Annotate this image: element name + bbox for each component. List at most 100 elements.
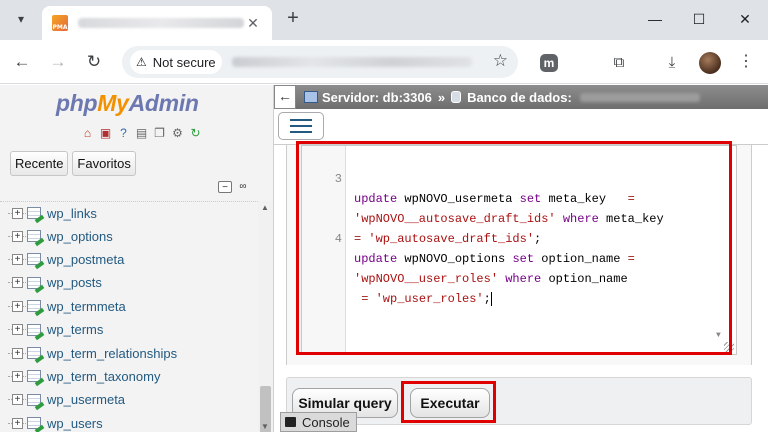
table-name[interactable]: wp_users	[47, 416, 103, 431]
code-line: = 'wp_autosave_draft_ids';	[302, 189, 541, 246]
security-label: Not secure	[152, 54, 216, 70]
table-name[interactable]: wp_posts	[47, 275, 102, 290]
tab-search-button[interactable]: ▾	[8, 7, 34, 31]
tree-item-wp_term_relationships[interactable]: + wp_term_relationships	[0, 341, 258, 364]
expand-icon[interactable]: +	[12, 230, 23, 242]
reload-nav-icon[interactable]: ↻	[188, 125, 203, 140]
text-cursor	[490, 291, 492, 306]
code-text: 'wpNOVO__autosave_draft_ids' where meta_…	[354, 212, 664, 226]
code-line: 3 update wpNOVO_usermeta set meta_key =	[302, 149, 635, 206]
logout-icon[interactable]: ▣	[98, 125, 113, 140]
tree-item-wp_term_taxonomy[interactable]: + wp_term_taxonomy	[0, 365, 258, 388]
extensions-puzzle-icon[interactable]: ⧉	[608, 52, 630, 74]
maximize-button[interactable]: ☐	[680, 6, 718, 32]
forward-button[interactable]: →	[46, 50, 70, 74]
table-name[interactable]: wp_term_taxonomy	[47, 369, 160, 384]
code-text: 'wpNOVO__user_roles' where option_name	[354, 272, 628, 286]
link-with-main-icon[interactable]: ∞	[236, 181, 250, 193]
expand-icon[interactable]: +	[12, 277, 23, 289]
code-text: = 'wp_user_roles';	[361, 291, 492, 306]
tree-item-wp_posts[interactable]: + wp_posts	[0, 271, 258, 294]
reload-button[interactable]: ↻	[82, 50, 106, 74]
database-label[interactable]: Banco de dados:	[467, 90, 572, 105]
browser-tabstrip: ▾ PMA ✕ + — ☐ ✕	[0, 0, 768, 40]
nav-scrollbar[interactable]: ▲ ▼	[258, 201, 273, 432]
browser-tab-active[interactable]: PMA ✕	[42, 6, 272, 40]
expand-icon[interactable]: +	[12, 207, 23, 219]
table-name[interactable]: wp_termmeta	[47, 299, 126, 314]
code-line: 4 update wpNOVO_options set option_name …	[302, 209, 635, 266]
browser-menu-icon[interactable]: ⋮	[738, 51, 754, 71]
expand-icon[interactable]: +	[12, 347, 23, 359]
tab-favoritos[interactable]: Favoritos	[72, 151, 136, 176]
help-icon[interactable]: ?	[116, 125, 131, 140]
scroll-down-icon[interactable]: ▼	[716, 331, 721, 340]
breadcrumb-server[interactable]: Servidor: db:3306	[304, 90, 432, 105]
tree-item-wp_links[interactable]: + wp_links	[0, 201, 258, 224]
scroll-down-icon[interactable]: ▼	[261, 422, 269, 431]
phpmyadmin-logo[interactable]: phpMyAdmin	[56, 90, 199, 117]
docs-icon[interactable]: ▤	[134, 125, 149, 140]
table-name[interactable]: wp_term_relationships	[47, 346, 177, 361]
logo-my: My	[97, 90, 129, 116]
editor-scrollbar[interactable]: ▼	[714, 146, 726, 342]
tree-item-wp_users[interactable]: + wp_users	[0, 412, 258, 432]
browser-toolbar: ← → ↻ ⚠ Not secure ☆ m ⧉ ⤓ ⋮	[0, 40, 768, 84]
new-tab-button[interactable]: +	[282, 8, 304, 30]
code-text: = 'wp_autosave_draft_ids';	[354, 232, 542, 246]
settings-gear-icon[interactable]: ⚙	[170, 125, 185, 140]
resize-grip-icon[interactable]	[724, 342, 734, 352]
collapse-nav-arrow-icon[interactable]: ←	[274, 85, 296, 109]
tab-recente[interactable]: Recente	[10, 151, 69, 176]
expand-icon[interactable]: +	[12, 253, 23, 265]
copy-icon[interactable]: ❐	[152, 125, 167, 140]
nav-tabs: Recente Favoritos	[10, 151, 136, 176]
table-name[interactable]: wp_options	[47, 229, 113, 244]
home-icon[interactable]: ⌂	[80, 125, 95, 140]
expand-icon[interactable]: +	[12, 394, 23, 406]
tree-item-wp_usermeta[interactable]: + wp_usermeta	[0, 388, 258, 411]
server-label[interactable]: Servidor: db:3306	[322, 90, 432, 105]
window-close-button[interactable]: ✕	[726, 6, 764, 32]
tab-close-icon[interactable]: ✕	[244, 15, 262, 32]
top-menubar	[274, 109, 768, 145]
bookmark-star-icon[interactable]: ☆	[493, 51, 508, 71]
expand-icon[interactable]: +	[12, 324, 23, 336]
database-name-redacted	[579, 92, 700, 102]
database-icon	[451, 91, 462, 103]
tree-item-wp_termmeta[interactable]: + wp_termmeta	[0, 295, 258, 318]
tree-tools: − ∞	[218, 181, 250, 193]
extension-m-icon[interactable]: m	[540, 54, 558, 72]
address-bar[interactable]: ⚠ Not secure ☆	[122, 46, 518, 78]
server-icon	[304, 91, 318, 103]
table-name[interactable]: wp_postmeta	[47, 252, 124, 267]
table-name[interactable]: wp_links	[47, 206, 97, 221]
downloads-icon[interactable]: ⤓	[661, 52, 683, 74]
expand-icon[interactable]: +	[12, 370, 23, 382]
security-chip[interactable]: ⚠ Not secure	[130, 50, 222, 74]
logo-php: php	[56, 90, 98, 116]
breadcrumb: ← Servidor: db:3306 » Banco de dados:	[274, 85, 768, 109]
table-icon	[27, 207, 41, 220]
logo-admin: Admin	[128, 90, 199, 116]
table-name[interactable]: wp_terms	[47, 322, 103, 337]
expand-icon[interactable]: +	[12, 300, 23, 312]
table-name[interactable]: wp_usermeta	[47, 392, 125, 407]
pma-navigation-panel: phpMyAdmin ⌂ ▣ ? ▤ ❐ ⚙ ↻ Recente Favorit…	[0, 85, 274, 432]
sql-editor[interactable]: 3 update wpNOVO_usermeta set meta_key = …	[301, 145, 737, 355]
scroll-up-icon[interactable]: ▲	[261, 203, 269, 212]
minimize-button[interactable]: —	[636, 6, 674, 32]
expand-icon[interactable]: +	[12, 417, 23, 429]
execute-button[interactable]: Executar	[410, 388, 490, 418]
tree-item-wp_postmeta[interactable]: + wp_postmeta	[0, 248, 258, 271]
profile-avatar[interactable]	[699, 52, 721, 74]
tree-item-wp_terms[interactable]: + wp_terms	[0, 318, 258, 341]
tree-item-wp_options[interactable]: + wp_options	[0, 224, 258, 247]
back-button[interactable]: ←	[10, 50, 34, 74]
code-text: update wpNOVO_usermeta set meta_key =	[354, 192, 635, 206]
hamburger-menu-icon[interactable]	[278, 112, 324, 140]
url-redacted	[231, 57, 472, 67]
console-toggle[interactable]: Console	[280, 412, 357, 432]
collapse-all-icon[interactable]: −	[218, 181, 232, 193]
table-icon	[27, 347, 41, 360]
